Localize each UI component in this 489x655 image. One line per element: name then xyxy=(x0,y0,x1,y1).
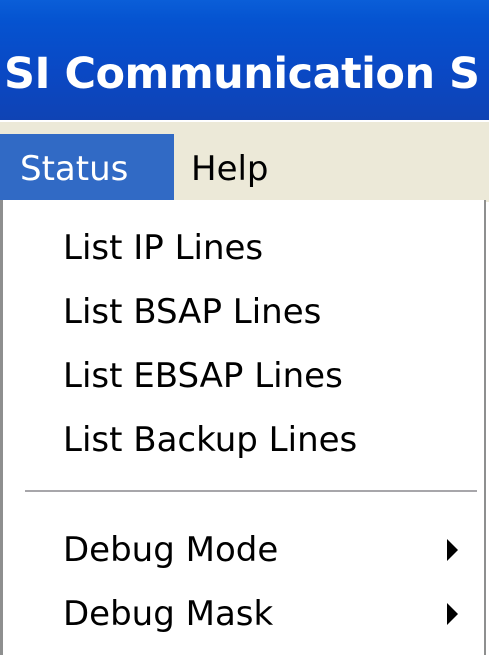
submenu-arrow-icon xyxy=(447,539,458,561)
menu-item-debug-mode-label: Debug Mode xyxy=(63,530,279,570)
title-bar[interactable]: SI Communication S xyxy=(0,0,489,120)
window-title: SI Communication S xyxy=(4,49,480,99)
status-dropdown-menu: List IP Lines List BSAP Lines List EBSAP… xyxy=(0,200,486,655)
menu-item-list-ip-lines[interactable]: List IP Lines xyxy=(63,218,263,278)
submenu-arrow-icon xyxy=(447,603,458,625)
menu-item-debug-mode[interactable]: Debug Mode xyxy=(63,520,473,580)
menu-separator xyxy=(25,490,477,493)
menu-item-list-bsap-lines[interactable]: List BSAP Lines xyxy=(63,282,321,342)
menu-status[interactable]: Status xyxy=(0,134,174,204)
menu-item-list-backup-lines[interactable]: List Backup Lines xyxy=(63,410,357,470)
menu-bar: Status Help xyxy=(0,120,489,204)
menu-item-debug-mask[interactable]: Debug Mask xyxy=(63,584,473,644)
menu-help[interactable]: Help xyxy=(178,134,282,204)
menu-item-debug-mask-label: Debug Mask xyxy=(63,594,274,634)
menu-item-list-ebsap-lines[interactable]: List EBSAP Lines xyxy=(63,346,343,406)
